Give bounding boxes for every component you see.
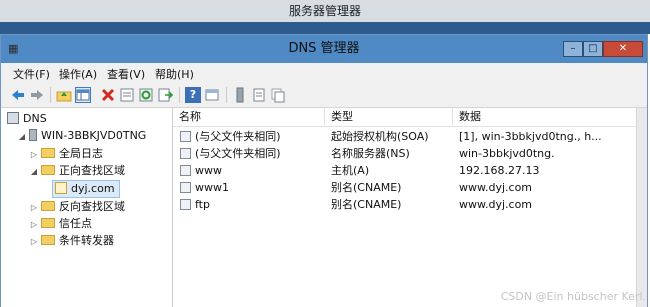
refresh-icon[interactable] bbox=[138, 87, 154, 103]
up-folder-icon[interactable] bbox=[56, 87, 72, 103]
help-icon[interactable]: ? bbox=[185, 87, 201, 103]
menu-bar: 文件(F) 操作(A) 查看(V) 帮助(H) bbox=[1, 63, 647, 84]
expand-icon[interactable]: ▷ bbox=[29, 200, 39, 216]
expand-icon[interactable]: ▷ bbox=[29, 217, 39, 233]
maximize-button[interactable]: □ bbox=[583, 41, 603, 57]
record-type: 别名(CNAME) bbox=[331, 198, 402, 211]
table-row[interactable]: www1 别名(CNAME) www.dyj.com bbox=[173, 179, 639, 196]
table-row[interactable]: (与父文件夹相同) 名称服务器(NS) win-3bbkjvd0tng. bbox=[173, 145, 639, 162]
tree-node-server[interactable]: ◢ WIN-3BBKJVD0TNG bbox=[17, 128, 146, 144]
records-list: 名称 类型 数据 (与父文件夹相同) 起始授权机构(SOA) [1], win-… bbox=[173, 108, 639, 307]
record-type: 起始授权机构(SOA) bbox=[331, 130, 429, 143]
record-name: ftp bbox=[195, 198, 210, 211]
toolbar-separator bbox=[50, 87, 51, 103]
vertical-scrollbar[interactable] bbox=[636, 108, 647, 307]
view-icon[interactable] bbox=[204, 87, 220, 103]
record-name: (与父文件夹相同) bbox=[195, 130, 281, 143]
show-hide-tree-icon[interactable] bbox=[75, 87, 91, 103]
record-name: www bbox=[195, 164, 222, 177]
tree-node-dns[interactable]: DNS bbox=[5, 111, 47, 127]
column-header-type[interactable]: 类型 bbox=[325, 108, 453, 126]
tree-node-zone-selected[interactable]: dyj.com bbox=[52, 180, 120, 198]
record-icon bbox=[180, 148, 191, 159]
properties-icon[interactable] bbox=[119, 87, 135, 103]
zone-icon bbox=[55, 182, 67, 194]
collapse-icon[interactable]: ◢ bbox=[29, 164, 39, 180]
back-icon[interactable] bbox=[10, 87, 26, 103]
column-header-name[interactable]: 名称 bbox=[173, 108, 325, 126]
tree-label: dyj.com bbox=[71, 182, 115, 195]
table-row[interactable]: (与父文件夹相同) 起始授权机构(SOA) [1], win-3bbkjvd0t… bbox=[173, 128, 639, 145]
folder-icon bbox=[41, 201, 55, 211]
menu-view[interactable]: 查看(V) bbox=[107, 66, 145, 82]
background-window-strip bbox=[0, 22, 650, 34]
dns-icon bbox=[7, 112, 19, 124]
tree-node-forward-zones[interactable]: ◢ 正向查找区域 bbox=[29, 163, 125, 179]
toolbar: ? bbox=[1, 83, 647, 108]
tree-node-reverse-zones[interactable]: ▷ 反向查找区域 bbox=[29, 199, 125, 215]
tree-label: 反向查找区域 bbox=[59, 200, 125, 213]
record-data: www.dyj.com bbox=[459, 181, 533, 194]
record-icon bbox=[180, 165, 191, 176]
tree-label: 条件转发器 bbox=[59, 234, 114, 247]
minimize-button[interactable]: – bbox=[563, 41, 583, 57]
server-icon bbox=[29, 129, 37, 141]
delete-icon[interactable] bbox=[100, 87, 116, 103]
record-type: 名称服务器(NS) bbox=[331, 147, 410, 160]
record-name: www1 bbox=[195, 181, 229, 194]
record-data: [1], win-3bbkjvd0tng., h... bbox=[459, 130, 602, 143]
folder-icon bbox=[41, 148, 55, 158]
menu-action[interactable]: 操作(A) bbox=[59, 66, 97, 82]
title-bar[interactable]: ▦ DNS 管理器 – □ ✕ bbox=[1, 35, 647, 63]
collapse-icon[interactable]: ◢ bbox=[17, 129, 27, 145]
tree-node-trust-points[interactable]: ▷ 信任点 bbox=[29, 216, 92, 232]
record-type: 别名(CNAME) bbox=[331, 181, 402, 194]
record-type: 主机(A) bbox=[331, 164, 370, 177]
record-data: www.dyj.com bbox=[459, 198, 533, 211]
table-row[interactable]: ftp 别名(CNAME) www.dyj.com bbox=[173, 196, 639, 213]
window-title: DNS 管理器 bbox=[288, 41, 360, 56]
watermark: CSDN @Ein hübscher Kerl. bbox=[500, 290, 646, 303]
record-icon bbox=[180, 131, 191, 142]
record-data: win-3bbkjvd0tng. bbox=[459, 147, 555, 160]
menu-file[interactable]: 文件(F) bbox=[13, 66, 50, 82]
tree-node-conditional-forwarders[interactable]: ▷ 条件转发器 bbox=[29, 233, 114, 249]
background-window-title: 服务器管理器 bbox=[0, 0, 650, 22]
tree-label: WIN-3BBKJVD0TNG bbox=[41, 129, 147, 142]
expand-icon[interactable]: ▷ bbox=[29, 234, 39, 250]
column-header-data[interactable]: 数据 bbox=[453, 108, 639, 126]
background-window: 服务器管理器 bbox=[0, 0, 650, 34]
tree-label: 正向查找区域 bbox=[59, 164, 125, 177]
table-row[interactable]: www 主机(A) 192.168.27.13 bbox=[173, 162, 639, 179]
export-icon[interactable] bbox=[157, 87, 174, 103]
record-name: (与父文件夹相同) bbox=[195, 147, 281, 160]
tree-label: DNS bbox=[23, 112, 47, 125]
expand-icon[interactable]: ▷ bbox=[29, 147, 39, 163]
tree-label: 信任点 bbox=[59, 217, 92, 230]
tree-label: 全局日志 bbox=[59, 147, 103, 160]
folder-icon bbox=[41, 165, 55, 175]
close-button[interactable]: ✕ bbox=[603, 41, 643, 57]
tree-node-global-logs[interactable]: ▷ 全局日志 bbox=[29, 146, 103, 162]
record-icon bbox=[180, 199, 191, 210]
tree-pane: DNS ◢ WIN-3BBKJVD0TNG ▷ 全局日志 ◢ 正向查找区域 dyj.c… bbox=[1, 108, 173, 307]
server-icon[interactable] bbox=[232, 87, 248, 103]
menu-help[interactable]: 帮助(H) bbox=[155, 66, 194, 82]
forward-icon[interactable] bbox=[29, 87, 45, 103]
folder-icon bbox=[41, 235, 55, 245]
toolbar-separator bbox=[179, 87, 180, 103]
record-data: 192.168.27.13 bbox=[459, 164, 540, 177]
dns-manager-window: ▦ DNS 管理器 – □ ✕ 文件(F) 操作(A) 查看(V) 帮助(H) bbox=[0, 34, 648, 307]
copy-icon[interactable] bbox=[270, 87, 286, 103]
folder-icon bbox=[41, 218, 55, 228]
toolbar-separator bbox=[226, 87, 227, 103]
list-header: 名称 类型 数据 bbox=[173, 108, 639, 127]
list-icon[interactable] bbox=[251, 87, 267, 103]
record-icon bbox=[180, 182, 191, 193]
